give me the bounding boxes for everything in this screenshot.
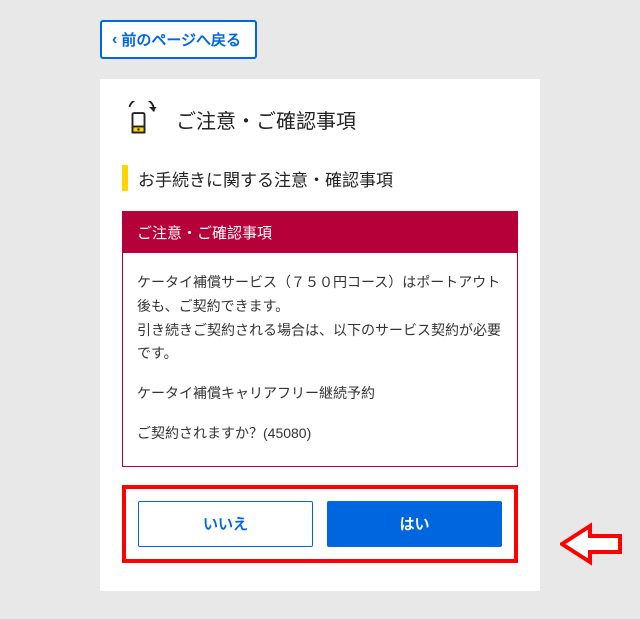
chevron-left-icon: ‹: [112, 32, 117, 48]
phone-refresh-icon: [122, 101, 158, 137]
arrow-left-icon: [560, 522, 624, 566]
notice-card: ご注意・ご確認事項 お手続きに関する注意・確認事項 ご注意・ご確認事項 ケータイ…: [100, 79, 540, 591]
card-title: ご注意・ご確認事項: [176, 105, 356, 134]
yes-button-label: はい: [399, 513, 429, 534]
notice-box-body: ケータイ補償サービス（７５０円コース）はポートアウト後も、ご契約できます。 引き…: [123, 253, 517, 466]
button-row: いいえ はい: [138, 501, 502, 547]
back-button-label: 前のページへ戻る: [121, 29, 241, 50]
back-button[interactable]: ‹ 前のページへ戻る: [100, 20, 257, 59]
no-button-label: いいえ: [203, 513, 248, 534]
card-header: ご注意・ご確認事項: [122, 101, 518, 137]
notice-p1: ケータイ補償サービス（７５０円コース）はポートアウト後も、ご契約できます。: [137, 271, 503, 319]
accent-bar: [122, 165, 128, 191]
subheading: お手続きに関する注意・確認事項: [122, 165, 518, 191]
notice-box: ご注意・ご確認事項 ケータイ補償サービス（７５０円コース）はポートアウト後も、ご…: [122, 211, 518, 467]
notice-box-header: ご注意・ご確認事項: [123, 212, 517, 253]
subheading-text: お手続きに関する注意・確認事項: [138, 166, 393, 191]
notice-p4: ご契約されますか？(45080): [137, 422, 503, 446]
no-button[interactable]: いいえ: [138, 501, 313, 547]
highlight-frame: いいえ はい: [122, 485, 518, 563]
yes-button[interactable]: はい: [327, 501, 502, 547]
notice-p3: ケータイ補償キャリアフリー継続予約: [137, 382, 503, 406]
notice-p2: 引き続きご契約される場合は、以下のサービス契約が必要です。: [137, 319, 503, 367]
